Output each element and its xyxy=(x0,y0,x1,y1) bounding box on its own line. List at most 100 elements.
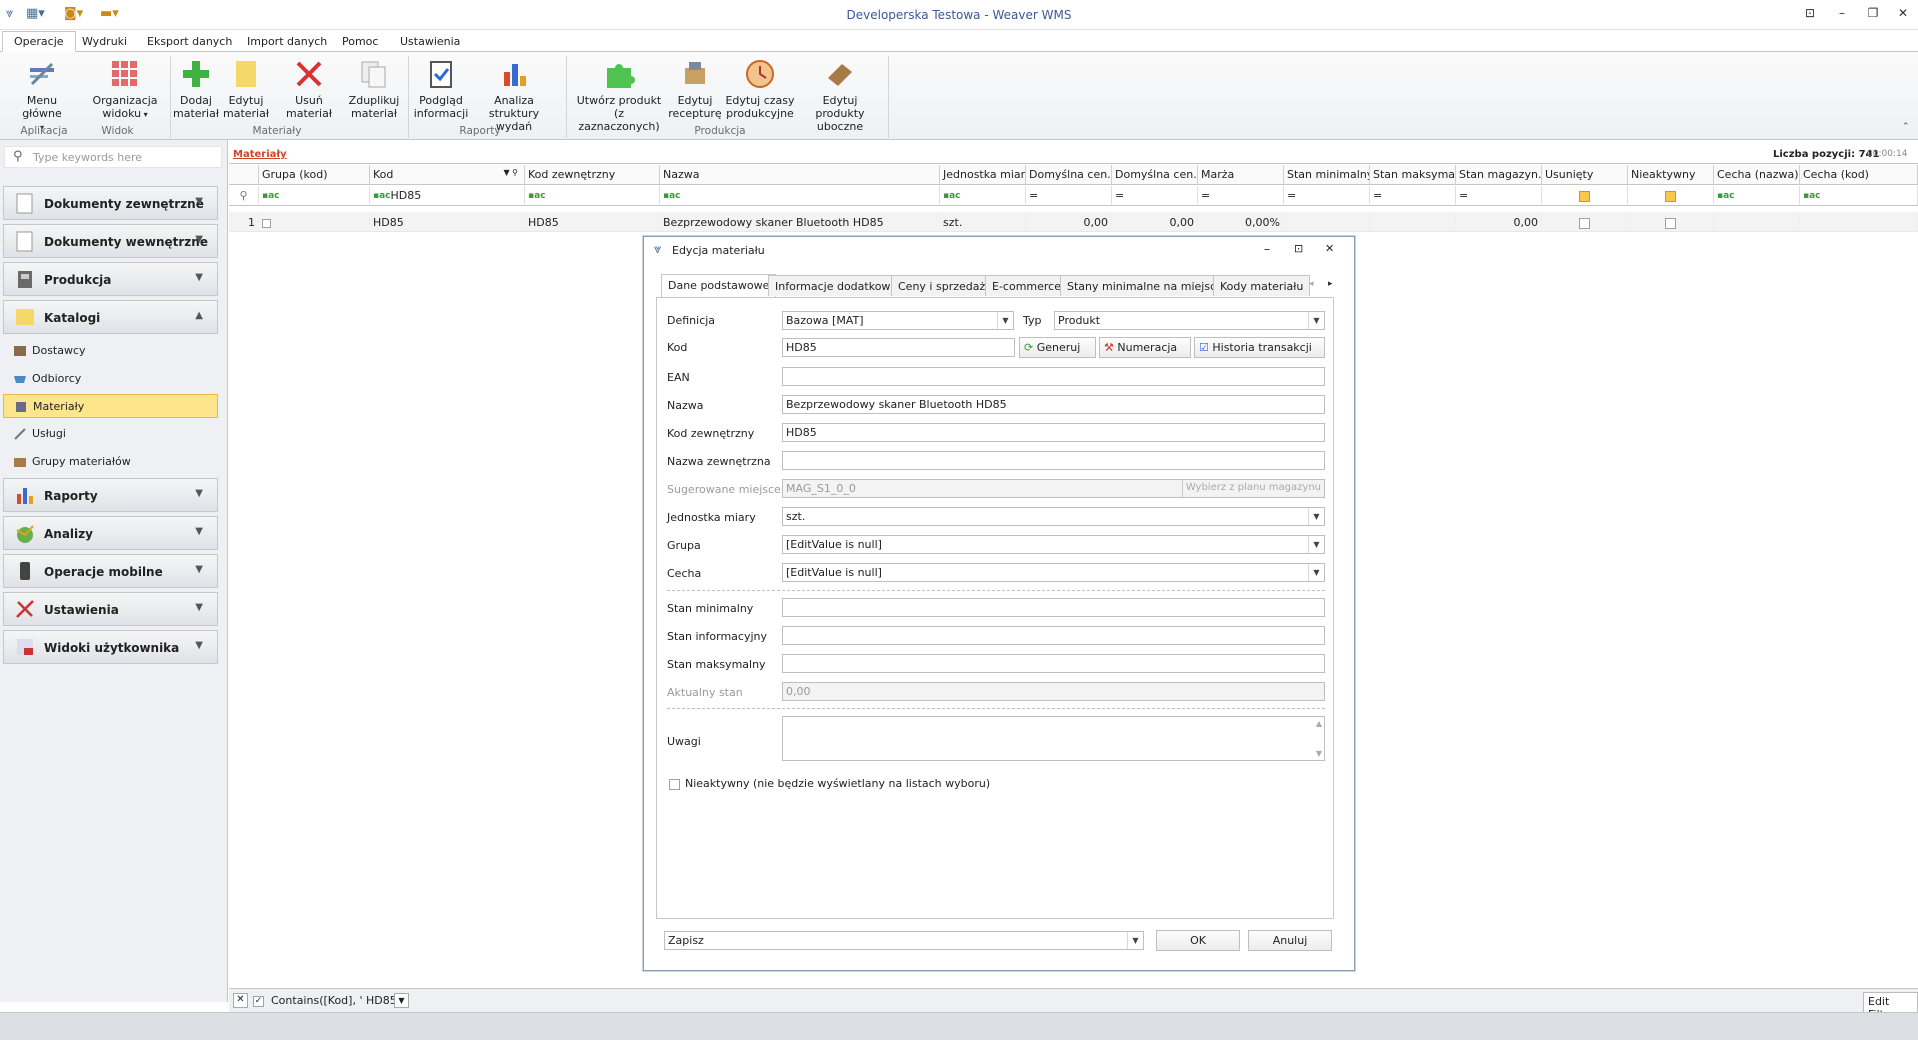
minimize-button[interactable]: – xyxy=(1832,6,1852,20)
edytuj-czasy-produkcyjne-button[interactable]: Edytuj czasy produkcyjne xyxy=(724,58,796,120)
column-header-grupa-kod[interactable]: Grupa (kod) xyxy=(259,165,370,185)
tab-dane-podstawowe[interactable]: Dane podstawowe xyxy=(661,274,777,297)
dodaj-material-button[interactable]: Dodaj materiał xyxy=(172,58,220,120)
definicja-select[interactable]: Bazowa [MAT] ▼ xyxy=(782,311,1014,330)
cell-stan-min[interactable] xyxy=(1284,212,1370,232)
column-header-stan-maksymalny[interactable]: Stan maksyma... xyxy=(1370,165,1456,185)
ok-button[interactable]: OK xyxy=(1156,930,1240,951)
nav-group-analizy[interactable]: Analizy ▼ xyxy=(3,516,218,550)
nav-item-dostawcy[interactable]: Dostawcy xyxy=(3,339,218,363)
nazwa-input[interactable]: Bezprzewodowy skaner Bluetooth HD85 xyxy=(782,395,1325,414)
tab-import-danych[interactable]: Import danych xyxy=(239,33,335,50)
nav-group-widoki-uzytkownika[interactable]: Widoki użytkownika ▼ xyxy=(3,630,218,664)
column-header-stan-magazynowy[interactable]: Stan magazyn... xyxy=(1456,165,1542,185)
menu-glowne-button[interactable]: Menu główne ▾ xyxy=(6,58,78,134)
tab-kody-materialu[interactable]: Kody materiału xyxy=(1213,275,1311,296)
column-header-nazwa[interactable]: Nazwa xyxy=(660,165,940,185)
tab-informacje-dodatkowe[interactable]: Informacje dodatkowe xyxy=(768,275,905,296)
stan-maksymalny-input[interactable] xyxy=(782,654,1325,673)
cell-cecha-nazwa[interactable] xyxy=(1714,212,1800,232)
nav-item-odbiorcy[interactable]: Odbiorcy xyxy=(3,367,218,391)
tab-eksport-danych[interactable]: Eksport danych xyxy=(139,33,240,50)
generuj-button[interactable]: ⟳ Generuj xyxy=(1019,337,1096,358)
analiza-struktury-wydan-button[interactable]: Analiza struktury wydań xyxy=(474,58,554,133)
typ-select[interactable]: Produkt ▼ xyxy=(1054,311,1325,330)
filter-cecha-kod[interactable]: ▪ac xyxy=(1800,186,1918,206)
cell-stan-max[interactable] xyxy=(1370,212,1456,232)
dialog-close-button[interactable]: ✕ xyxy=(1325,242,1334,255)
filter-nazwa[interactable]: ▪ac xyxy=(660,186,940,206)
column-header-jednostka-miary[interactable]: Jednostka miary xyxy=(940,165,1026,185)
kod-zewnetrzny-input[interactable]: HD85 xyxy=(782,423,1325,442)
dialog-maximize-button[interactable]: ⊡ xyxy=(1294,242,1303,255)
jednostka-miary-select[interactable]: szt. ▼ xyxy=(782,507,1325,526)
filter-cecha-nazwa[interactable]: ▪ac xyxy=(1714,186,1800,206)
tab-e-commerce[interactable]: E-commerce xyxy=(985,275,1068,296)
column-header-kod[interactable]: Kod ▼ ⚲ xyxy=(370,165,525,185)
cell-usuniety[interactable] xyxy=(1542,212,1628,232)
cell-jednostka-miary[interactable]: szt. xyxy=(940,212,1026,232)
zduplikuj-material-button[interactable]: Zduplikuj materiał xyxy=(348,58,400,120)
column-header-domyslna-cena-1[interactable]: Domyślna cen... xyxy=(1026,165,1112,185)
column-header-cecha-nazwa[interactable]: Cecha (nazwa) xyxy=(1714,165,1800,185)
filter-history-dropdown-icon[interactable]: ▼ xyxy=(394,993,409,1008)
nazwa-zewnetrzna-input[interactable] xyxy=(782,451,1325,470)
cell-cena-2[interactable]: 0,00 xyxy=(1112,212,1198,232)
tab-pomoc[interactable]: Pomoc xyxy=(334,33,386,50)
edytuj-produkty-uboczne-button[interactable]: Edytuj produkty uboczne xyxy=(798,58,882,133)
filter-marza[interactable]: = xyxy=(1198,186,1284,206)
cell-kod[interactable]: HD85 xyxy=(370,212,525,232)
column-header-usuniety[interactable]: Usunięty xyxy=(1542,165,1628,185)
search-box[interactable]: ⚲ Type keywords here xyxy=(4,146,222,168)
tab-wydruki[interactable]: Wydruki xyxy=(74,33,135,50)
tabs-scroll-right-icon[interactable]: ▸ xyxy=(1328,279,1333,289)
utworz-produkt-button[interactable]: Utwórz produkt (z zaznaczonych) xyxy=(574,58,664,133)
cell-grupa-kod[interactable] xyxy=(259,212,370,232)
tab-ustawienia[interactable]: Ustawienia xyxy=(392,33,468,50)
stan-minimalny-input[interactable] xyxy=(782,598,1325,617)
filter-enabled-checkbox[interactable]: ✓ xyxy=(253,994,264,1007)
filter-kod[interactable]: ▪ac HD85 xyxy=(370,186,525,206)
column-header-stan-minimalny[interactable]: Stan minimalny xyxy=(1284,165,1370,185)
grupa-select[interactable]: [EditValue is null] ▼ xyxy=(782,535,1325,554)
filter-kod-zewnetrzny[interactable]: ▪ac xyxy=(525,186,660,206)
column-header-cecha-kod[interactable]: Cecha (kod) xyxy=(1800,165,1918,185)
nav-group-raporty[interactable]: Raporty ▼ xyxy=(3,478,218,512)
tab-operacje[interactable]: Operacje xyxy=(2,31,76,52)
filter-stan-mag[interactable]: = xyxy=(1456,186,1542,206)
column-header-kod-zewnetrzny[interactable]: Kod zewnętrzny xyxy=(525,165,660,185)
maximize-button[interactable]: ❐ xyxy=(1863,6,1883,20)
kod-input[interactable]: HD85 xyxy=(782,338,1015,357)
stan-informacyjny-input[interactable] xyxy=(782,626,1325,645)
nav-group-ustawienia[interactable]: Ustawienia ▼ xyxy=(3,592,218,626)
podglad-informacji-button[interactable]: Podgląd informacji xyxy=(412,58,470,120)
cell-cena-1[interactable]: 0,00 xyxy=(1026,212,1112,232)
organizacja-widoku-button[interactable]: Organizacja widoku ▾ xyxy=(90,58,160,121)
anuluj-button[interactable]: Anuluj xyxy=(1248,930,1332,951)
filter-jednostka-miary[interactable]: ▪ac xyxy=(940,186,1026,206)
filter-stan-max[interactable]: = xyxy=(1370,186,1456,206)
column-header-marza[interactable]: Marża xyxy=(1198,165,1284,185)
nav-item-grupy-materialow[interactable]: Grupy materiałów xyxy=(3,450,218,474)
uwagi-textarea[interactable]: ▲ ▼ xyxy=(782,716,1325,761)
filter-grupa-kod[interactable]: ▪ac xyxy=(259,186,370,206)
usun-material-button[interactable]: Usuń materiał xyxy=(272,58,346,120)
edytuj-recepture-button[interactable]: Edytuj recepturę xyxy=(666,58,724,120)
numeracja-button[interactable]: ⚒ Numeracja xyxy=(1099,337,1191,358)
cell-cecha-kod[interactable] xyxy=(1800,212,1918,232)
filter-cena-1[interactable]: = xyxy=(1026,186,1112,206)
dialog-minimize-button[interactable]: – xyxy=(1264,242,1270,256)
filter-usuniety[interactable] xyxy=(1542,186,1628,206)
nieaktywny-checkbox[interactable] xyxy=(669,777,680,790)
nav-item-materialy[interactable]: Materiały xyxy=(3,394,218,418)
column-header-nieaktywny[interactable]: Nieaktywny xyxy=(1628,165,1714,185)
filter-expression[interactable]: Contains([Kod], ' HD85') xyxy=(271,994,404,1007)
cell-marza[interactable]: 0,00% xyxy=(1198,212,1284,232)
nav-group-dokumenty-zewnetrzne[interactable]: Dokumenty zewnętrzne ▼ xyxy=(3,186,218,220)
column-header-domyslna-cena-2[interactable]: Domyślna cen... xyxy=(1112,165,1198,185)
edytuj-material-button[interactable]: Edytuj materiał xyxy=(222,58,270,120)
cell-nazwa[interactable]: Bezprzewodowy skaner Bluetooth HD85 xyxy=(660,212,940,232)
collapse-ribbon-icon[interactable]: ⌃ xyxy=(1902,122,1910,132)
ean-input[interactable] xyxy=(782,367,1325,386)
cecha-select[interactable]: [EditValue is null] ▼ xyxy=(782,563,1325,582)
